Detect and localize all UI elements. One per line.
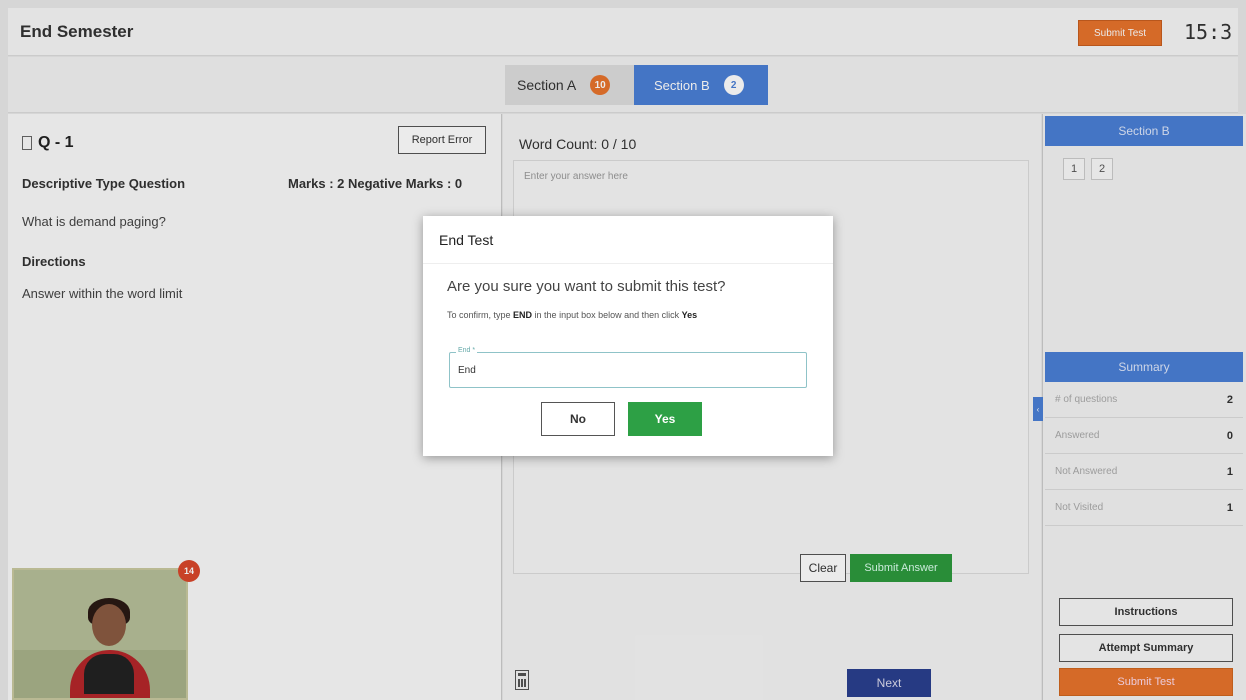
dialog-hint: To confirm, type END in the input box be… [447, 310, 697, 320]
end-test-dialog: End Test Are you sure you want to submit… [423, 216, 833, 456]
dialog-question: Are you sure you want to submit this tes… [447, 278, 726, 295]
dialog-title: End Test [423, 216, 833, 264]
hint-yes: Yes [681, 310, 698, 320]
confirm-field-label: End * [456, 347, 478, 354]
no-button[interactable]: No [541, 402, 615, 436]
confirm-input[interactable] [458, 365, 758, 376]
confirm-field[interactable]: End * [449, 347, 807, 388]
hint-keyword: END [513, 310, 533, 320]
hint-text: in the input box below and then click [532, 310, 682, 320]
yes-button[interactable]: Yes [628, 402, 702, 436]
hint-text: To confirm, type [447, 310, 514, 320]
